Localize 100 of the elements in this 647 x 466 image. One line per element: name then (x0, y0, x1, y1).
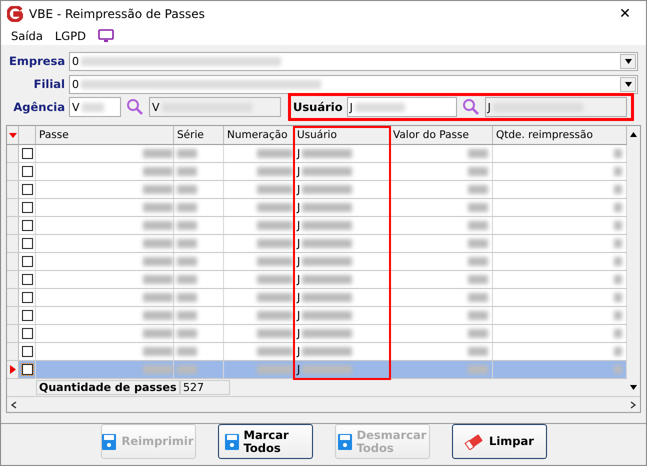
table-cell: J (297, 273, 300, 286)
table-cell: J (297, 291, 300, 304)
redacted-text (302, 167, 352, 176)
redacted-text (468, 221, 488, 230)
dropdown-button[interactable] (620, 76, 636, 92)
redacted-text (257, 203, 293, 212)
redacted-text (468, 275, 488, 284)
column-header[interactable]: Série (174, 126, 224, 145)
redacted-text (257, 329, 293, 338)
row-checkbox[interactable] (22, 256, 32, 267)
redacted-text (302, 149, 352, 158)
app-logo (7, 6, 23, 22)
redacted-text (257, 185, 293, 194)
action-button[interactable]: Marcar Todos (218, 424, 312, 459)
redacted-text (468, 167, 488, 176)
table-row[interactable]: J (7, 163, 627, 181)
table-cell: J (297, 309, 300, 322)
redacted-text (302, 293, 352, 302)
row-checkbox[interactable] (22, 184, 32, 195)
redacted-text (302, 203, 352, 212)
redacted-text (257, 167, 293, 176)
table-row[interactable]: J (7, 181, 627, 199)
search-icon[interactable] (460, 98, 481, 116)
redacted-text (468, 293, 488, 302)
row-checkbox[interactable] (22, 346, 32, 357)
row-checkbox[interactable] (22, 238, 32, 249)
table-cell: J (297, 345, 300, 358)
field-label: Usuário (293, 100, 343, 114)
dropdown-field[interactable]: 0 (69, 74, 638, 94)
row-checkbox[interactable] (22, 166, 32, 177)
table-row[interactable]: J (7, 307, 627, 325)
redacted-text (257, 257, 293, 266)
action-button[interactable]: Limpar (452, 424, 546, 459)
row-checkbox[interactable] (22, 148, 32, 159)
code-field[interactable]: J (346, 97, 457, 117)
field-label: Empresa (9, 54, 65, 68)
close-button[interactable]: ✕ (610, 6, 640, 22)
table-row[interactable]: J (7, 325, 627, 343)
table-row[interactable]: J (7, 289, 627, 307)
redacted-text (143, 167, 173, 176)
scroll-left-icon[interactable] (11, 400, 17, 408)
name-field: V (149, 97, 281, 117)
redacted-text (177, 329, 197, 338)
field-value: 0 (72, 54, 79, 68)
row-checkbox[interactable] (22, 328, 32, 339)
redacted-text (302, 221, 352, 230)
row-checkbox[interactable] (22, 310, 32, 321)
redacted-text (302, 257, 352, 266)
redacted-text (257, 293, 293, 302)
row-checkbox[interactable] (22, 202, 32, 213)
row-checkbox[interactable] (22, 220, 32, 231)
field-label: Filial (32, 77, 65, 91)
redacted-text (143, 257, 173, 266)
redacted-text (257, 221, 293, 230)
redacted-text (468, 257, 488, 266)
table-row[interactable]: J (7, 361, 627, 379)
column-header[interactable]: Passe (36, 126, 174, 145)
column-header[interactable]: Valor do Passe (390, 126, 493, 145)
row-checkbox[interactable] (22, 364, 32, 375)
table-row[interactable]: J (7, 343, 627, 361)
redacted-text (143, 329, 173, 338)
redacted-text (468, 365, 488, 374)
window-title: VBE - Reimpressão de Passes (29, 7, 206, 22)
redacted-text (143, 311, 173, 320)
dropdown-field[interactable]: 0 (69, 52, 638, 70)
table-cell: J (297, 219, 300, 232)
table-row[interactable]: J (7, 253, 627, 271)
monitor-icon[interactable] (98, 29, 114, 44)
redacted-text (177, 311, 197, 320)
row-checkbox[interactable] (22, 274, 32, 285)
menu-item[interactable]: LGPD (54, 29, 86, 44)
total-value: 527 (180, 380, 230, 395)
redacted-text (302, 365, 352, 374)
table-row[interactable]: J (7, 199, 627, 217)
redacted-text (143, 221, 173, 230)
redacted-text (468, 347, 488, 356)
redacted-text (468, 203, 488, 212)
redacted-text (354, 102, 405, 112)
table-row[interactable]: J (7, 271, 627, 289)
redacted-text (143, 293, 173, 302)
search-icon[interactable] (125, 98, 145, 116)
dropdown-button[interactable] (620, 54, 636, 68)
row-checkbox[interactable] (22, 292, 32, 303)
redacted-text (257, 347, 293, 356)
table-row[interactable]: J (7, 145, 627, 163)
table-cell: J (297, 183, 300, 196)
scroll-right-icon[interactable] (630, 400, 636, 408)
redacted-text (177, 347, 197, 356)
redacted-text (257, 149, 293, 158)
table-row[interactable]: J (7, 217, 627, 235)
column-header[interactable]: Qtde. reimpressão (493, 126, 627, 145)
redacted-text (177, 203, 197, 212)
code-field[interactable]: V (69, 97, 121, 117)
redacted-text (302, 347, 352, 356)
menu-item[interactable]: Saída (11, 29, 43, 44)
table-cell: J (297, 363, 300, 376)
table-row[interactable]: J (7, 235, 627, 253)
current-row-icon (10, 365, 16, 374)
field-value: 0 (72, 78, 79, 90)
redacted-text (177, 257, 197, 266)
